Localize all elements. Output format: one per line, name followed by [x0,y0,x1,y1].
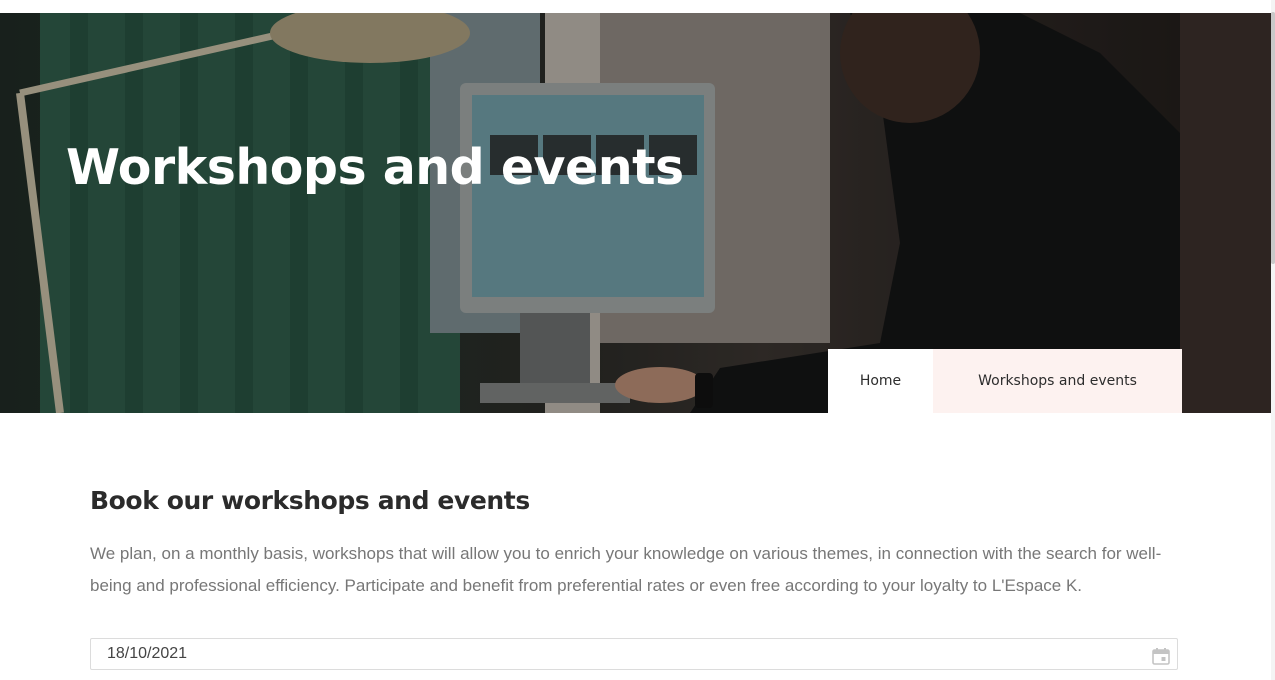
date-picker-input[interactable]: 18/10/2021 [90,638,1178,670]
date-value: 18/10/2021 [107,645,188,662]
scrollbar-thumb[interactable] [1271,12,1275,264]
section-title: Book our workshops and events [90,486,530,515]
breadcrumb: Home Workshops and events [828,349,1182,413]
breadcrumb-home-link[interactable]: Home [828,349,933,413]
section-intro: We plan, on a monthly basis, workshops t… [90,544,1162,595]
page: Workshops and events Home Workshops and … [0,0,1275,680]
page-title: Workshops and events [66,139,684,196]
breadcrumb-current: Workshops and events [933,349,1182,413]
vertical-scrollbar[interactable] [1271,0,1275,680]
calendar-icon[interactable] [1152,647,1170,665]
